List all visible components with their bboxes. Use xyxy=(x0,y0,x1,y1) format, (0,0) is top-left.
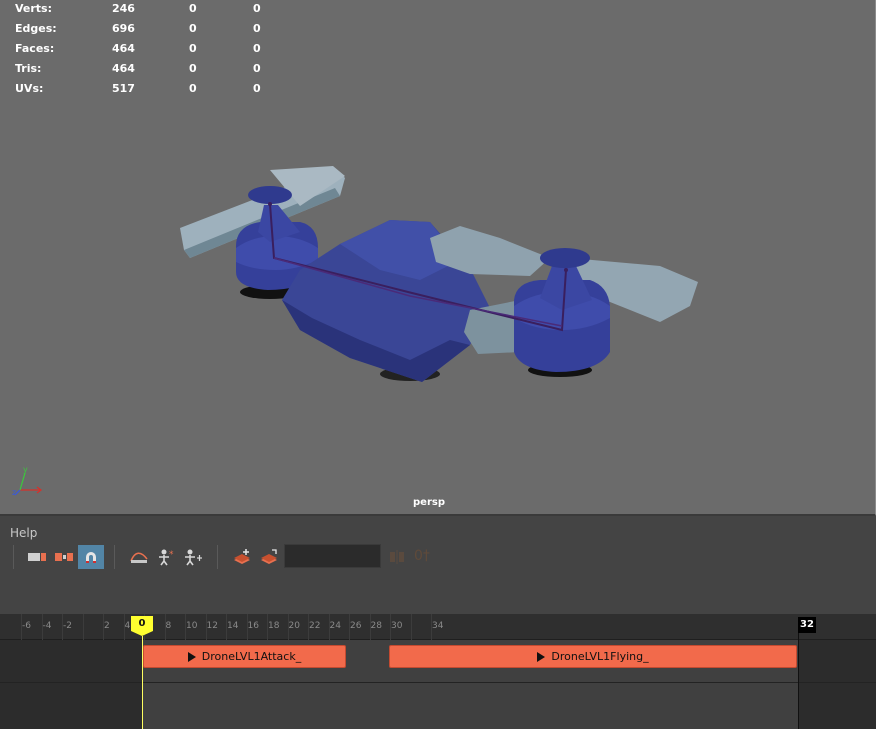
hud-value: 0 xyxy=(189,62,197,75)
ruler-tick-label: 14 xyxy=(227,621,239,631)
clip-track[interactable]: DroneLVL1Attack_ DroneLVL1Flying_ xyxy=(0,640,876,729)
end-frame-marker[interactable]: 32 xyxy=(798,617,816,633)
ruler-tick-label: 4 xyxy=(124,621,131,631)
hud-value: 246 xyxy=(112,2,135,15)
hud-value: 0 xyxy=(253,22,261,35)
camera-label: persp xyxy=(413,497,445,508)
clip-flying[interactable]: DroneLVL1Flying_ xyxy=(389,645,797,668)
ruler-tick-label: 10 xyxy=(186,621,198,631)
toolbar-separator xyxy=(114,545,115,569)
ruler-tick-label: 20 xyxy=(288,621,300,631)
hud-value: 0 xyxy=(189,82,197,95)
axis-y-label: y xyxy=(23,466,28,474)
hud-value: 0 xyxy=(253,82,261,95)
ruler-tick-mark xyxy=(82,614,84,640)
clip-label: DroneLVL1Attack_ xyxy=(201,650,302,663)
current-frame-label: 0 xyxy=(138,618,146,629)
time-editor-timeline[interactable]: -6-4-22468101214161820222426283034 Drone… xyxy=(0,614,876,729)
time-editor-toolbar: * 0† xyxy=(0,543,876,571)
toolbar-separator xyxy=(217,545,218,569)
layer-add-icon[interactable] xyxy=(229,545,255,569)
ruler-tick-label: 8 xyxy=(165,621,172,631)
hud-value: 0 xyxy=(253,62,261,75)
hud-value: 517 xyxy=(112,82,135,95)
ruler-tick-label: -6 xyxy=(22,621,31,631)
graph-curve-icon[interactable] xyxy=(126,545,152,569)
clip-trim-icon[interactable] xyxy=(24,545,50,569)
ruler-tick-label: -4 xyxy=(42,621,52,631)
play-icon xyxy=(187,651,196,662)
hud-value: 0 xyxy=(253,2,261,15)
hud-label: UVs: xyxy=(15,82,44,95)
view-axis-icon: y z xyxy=(12,466,42,497)
hud-value: 0 xyxy=(253,42,261,55)
hud-value: 0 xyxy=(189,22,197,35)
ruler-tick-label: 18 xyxy=(268,621,280,631)
clip-attack[interactable]: DroneLVL1Attack_ xyxy=(143,645,346,668)
axis-z-label: z xyxy=(12,488,16,497)
magnet-snap-icon[interactable] xyxy=(78,545,104,569)
ruler-tick-label: 28 xyxy=(370,621,382,631)
dim-marker-icon xyxy=(390,550,404,564)
ruler-tick-label: 16 xyxy=(247,621,259,631)
hud-value: 696 xyxy=(112,22,135,35)
toolbar-separator xyxy=(13,545,14,569)
menu-help[interactable]: Help xyxy=(10,526,37,540)
character-add-icon[interactable]: * xyxy=(153,545,179,569)
hud-value: 464 xyxy=(112,62,135,75)
clip-name-field[interactable] xyxy=(284,544,381,568)
ruler-tick-label: 24 xyxy=(329,621,341,631)
clip-label: DroneLVL1Flying_ xyxy=(551,650,649,663)
end-frame-line xyxy=(798,633,799,729)
clip-split-icon[interactable] xyxy=(51,545,77,569)
hud-label: Tris: xyxy=(15,62,42,75)
hud-label: Verts: xyxy=(15,2,53,15)
hud-label: Edges: xyxy=(15,22,57,35)
maya-window: Verts: 246 0 0 Edges: 696 0 0 Faces: 464… xyxy=(0,0,876,729)
ruler-tick-label: 26 xyxy=(350,621,362,631)
ruler-tick-label: 34 xyxy=(432,621,444,631)
ruler-tick-mark xyxy=(410,614,412,640)
character-move-icon[interactable] xyxy=(180,545,206,569)
ruler-tick-label: -2 xyxy=(63,621,72,631)
current-time-line xyxy=(142,636,143,729)
ruler-tick-label: 30 xyxy=(391,621,403,631)
ruler-tick-label: 2 xyxy=(104,621,110,631)
svg-text:*: * xyxy=(169,550,174,560)
layer-create-icon[interactable] xyxy=(256,545,282,569)
perspective-viewport[interactable]: Verts: 246 0 0 Edges: 696 0 0 Faces: 464… xyxy=(0,0,876,516)
hud-value: 0 xyxy=(189,42,197,55)
hud-value: 464 xyxy=(112,42,135,55)
hud-value: 0 xyxy=(189,2,197,15)
play-icon xyxy=(537,651,546,662)
drone-model[interactable] xyxy=(0,0,876,516)
time-editor-panel: Help * 0† xyxy=(0,518,876,614)
ruler-tick-label: 12 xyxy=(206,621,218,631)
hud-label: Faces: xyxy=(15,42,55,55)
ruler-tick-label: 22 xyxy=(309,621,321,631)
dim-label: 0† xyxy=(414,548,430,564)
track-divider xyxy=(0,682,876,683)
